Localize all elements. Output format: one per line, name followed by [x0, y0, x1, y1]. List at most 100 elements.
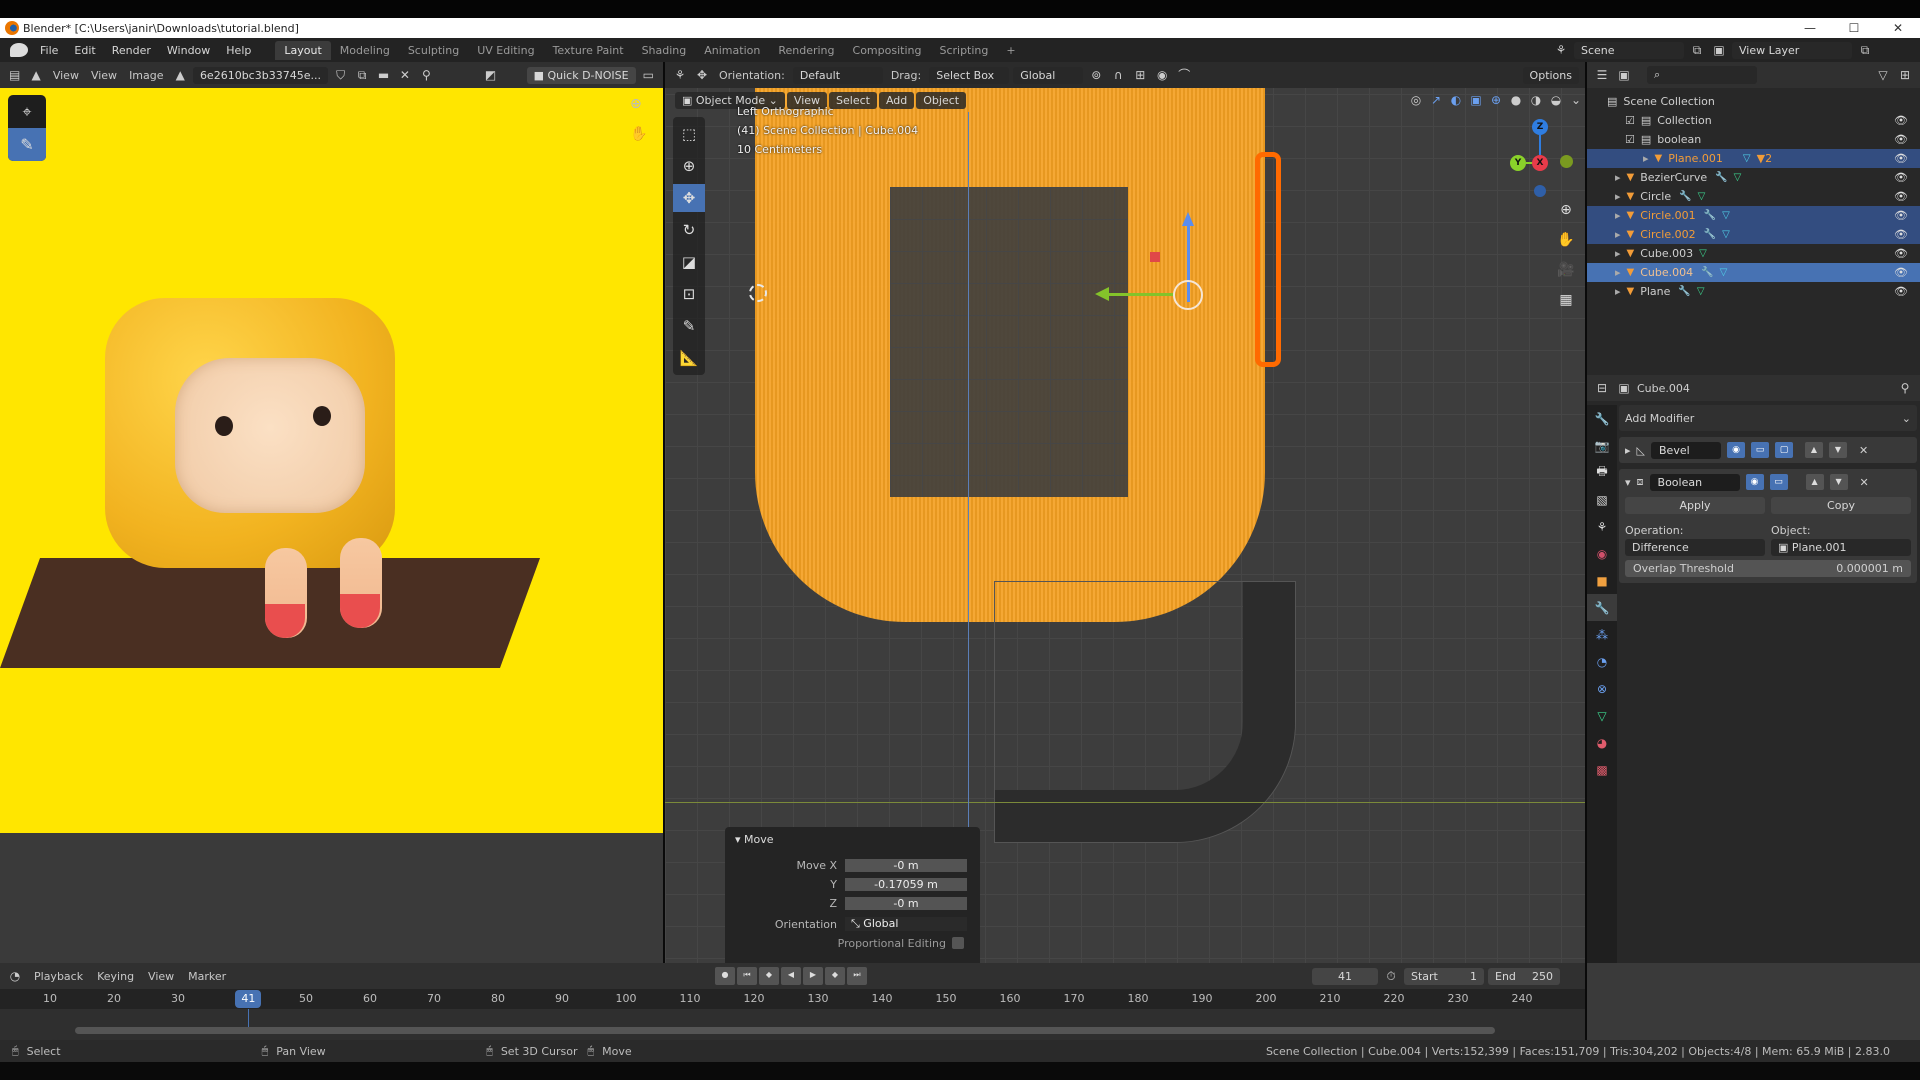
view-menu[interactable]: View — [87, 69, 121, 82]
outliner-search-input[interactable]: ⌕ — [1647, 66, 1757, 84]
workspace-tab-uv-editing[interactable]: UV Editing — [468, 41, 543, 60]
mesh-data-icon[interactable]: ▽ — [1697, 286, 1705, 297]
fake-user-icon[interactable]: ⛉ — [332, 67, 349, 83]
new-collection-icon[interactable]: ⊞ — [1896, 67, 1914, 83]
object-tab-icon[interactable]: ■ — [1587, 567, 1617, 594]
collection-checkbox[interactable]: ☑ — [1625, 114, 1635, 127]
annotate-tool-icon[interactable]: ✎ — [8, 128, 46, 161]
minimize-button[interactable]: — — [1788, 18, 1832, 38]
play-reverse-button[interactable]: ◀ — [781, 967, 801, 985]
physics-tab-icon[interactable]: ◔ — [1587, 648, 1617, 675]
measure-tool-icon[interactable]: 📐 — [673, 344, 705, 372]
texture-tab-icon[interactable]: ▩ — [1587, 756, 1617, 783]
workspace-tab-texture-paint[interactable]: Texture Paint — [544, 41, 633, 60]
shading-options-icon[interactable]: ⌄ — [1567, 92, 1585, 108]
workspace-tab-layout[interactable]: Layout — [275, 40, 331, 60]
display-channels-icon[interactable]: ◩ — [482, 67, 499, 83]
transform-orientation-dropdown[interactable]: Global — [1013, 66, 1084, 84]
outliner-item[interactable]: ▸ ▼ Circle.002 🔧 ▽ 👁 — [1587, 225, 1920, 244]
collection-checkbox[interactable]: ☑ — [1625, 133, 1635, 146]
timeline-track-area[interactable] — [0, 1009, 1585, 1040]
pan-hand-icon[interactable]: ✋ — [1555, 232, 1577, 254]
gizmo-axis-neg-y[interactable] — [1560, 155, 1573, 168]
scene-selector[interactable]: Scene — [1574, 41, 1684, 59]
pan-hand-icon[interactable]: ✋ — [630, 126, 647, 142]
collapse-boolean-icon[interactable]: ▾ — [1625, 476, 1631, 489]
add-modifier-dropdown[interactable]: Add Modifier ⌄ — [1619, 405, 1917, 431]
solid-shading-icon[interactable]: ● — [1507, 92, 1525, 108]
mesh-data-icon[interactable]: ▽ — [1698, 191, 1706, 202]
play-button[interactable]: ▶ — [803, 967, 823, 985]
view-layer-icon[interactable]: ▣ — [1710, 42, 1728, 58]
timeline-view-menu[interactable]: View — [144, 970, 178, 983]
display-mode-icon[interactable]: ☰ — [1593, 67, 1611, 83]
move-down-bevel-button[interactable]: ▼ — [1829, 442, 1847, 458]
move-tool-icon[interactable]: ✥ — [673, 184, 705, 212]
gizmo-axis-x[interactable]: X — [1532, 155, 1548, 171]
workspace-tab-animation[interactable]: Animation — [695, 41, 769, 60]
outliner-item[interactable]: ☑ ▤ Collection 👁 — [1587, 111, 1920, 130]
filter-icon[interactable]: ▽ — [1874, 67, 1892, 83]
move-z-field[interactable]: -0 m — [845, 896, 967, 910]
proportional-editing-checkbox[interactable] — [952, 937, 964, 949]
outliner-item[interactable]: ▸ ▼ Cube.004 🔧 ▽ 👁 — [1587, 263, 1920, 282]
image-canvas[interactable] — [0, 88, 663, 833]
modifier-icon[interactable]: 🔧 — [1704, 210, 1716, 221]
stopwatch-icon[interactable]: ⏱ — [1382, 968, 1400, 984]
current-frame-indicator[interactable]: 41 — [235, 990, 262, 1008]
expand-icon[interactable]: ▸ — [1615, 190, 1621, 203]
new-scene-icon[interactable]: ⧉ — [1688, 42, 1706, 58]
move-up-boolean-button[interactable]: ▲ — [1805, 474, 1824, 490]
next-keyframe-button[interactable]: ◆ — [825, 967, 845, 985]
camera-view-icon[interactable]: 🎥 — [1555, 262, 1577, 284]
workspace-tab-scripting[interactable]: Scripting — [930, 41, 997, 60]
timeline-editor-type-icon[interactable]: ◔ — [6, 968, 24, 984]
gizmo-y-arrowhead[interactable] — [1095, 287, 1109, 301]
timeline-ruler[interactable]: 10 20 30 50 60 70 80 90 100 110 120 130 140 150 160 170… — [0, 989, 1585, 1009]
view-dropdown[interactable]: View — [49, 69, 83, 82]
end-frame-field[interactable]: End 250 — [1488, 967, 1560, 985]
transform-pivot-icon[interactable]: ✥ — [693, 67, 711, 83]
expand-icon[interactable]: ▸ — [1615, 209, 1621, 222]
wireframe-shading-icon[interactable]: ⊕ — [1487, 92, 1505, 108]
gizmo-axis-neg-z[interactable] — [1534, 185, 1546, 197]
expand-icon[interactable]: ▸ — [1615, 247, 1621, 260]
options-dropdown[interactable]: Options — [1522, 66, 1579, 84]
child-objects-badge[interactable]: ▼2 — [1757, 152, 1772, 165]
expand-icon[interactable]: ▸ — [1643, 152, 1649, 165]
visibility-eye-icon[interactable]: 👁 — [1894, 285, 1908, 298]
world-tab-icon[interactable]: ◉ — [1587, 540, 1617, 567]
select-box-tool-icon[interactable]: ⬚ — [673, 120, 705, 148]
menu-edit[interactable]: Edit — [66, 44, 103, 57]
constraints-tab-icon[interactable]: ⊗ — [1587, 675, 1617, 702]
gizmo-z-arrowhead[interactable] — [1182, 212, 1194, 226]
image-menu[interactable]: Image — [125, 69, 167, 82]
render-tab-icon[interactable]: 📷 — [1587, 432, 1617, 459]
annotate-tool-icon[interactable]: ✎ — [673, 312, 705, 340]
pivot-point-icon[interactable]: ⊚ — [1087, 67, 1105, 83]
show-gizmo-icon[interactable]: ↗ — [1427, 92, 1445, 108]
visibility-eye-icon[interactable]: 👁 — [1894, 171, 1908, 184]
visibility-eye-icon[interactable]: 👁 — [1894, 114, 1908, 127]
gizmo-center-ring[interactable] — [1173, 280, 1203, 310]
tool-tab-icon[interactable]: 🔧 — [1587, 405, 1617, 432]
workspace-tab-modeling[interactable]: Modeling — [331, 41, 399, 60]
open-folder-icon[interactable]: ▬ — [375, 67, 392, 83]
expand-icon[interactable]: ▸ — [1615, 266, 1621, 279]
gizmo-axis-y[interactable]: Y — [1510, 155, 1526, 171]
pin-icon[interactable]: ⚲ — [418, 67, 435, 83]
bevel-viewport-toggle[interactable]: ▭ — [1751, 442, 1769, 458]
modifier-icon[interactable]: 🔧 — [1715, 172, 1727, 183]
new-view-layer-icon[interactable]: ⧉ — [1856, 42, 1874, 58]
marker-menu[interactable]: Marker — [184, 970, 230, 983]
editor-type-icon[interactable]: ▤ — [6, 67, 23, 83]
expand-icon[interactable]: ▸ — [1615, 228, 1621, 241]
mesh-data-icon[interactable]: ▽ — [1743, 153, 1751, 164]
object-visibility-icon[interactable]: ◎ — [1407, 92, 1425, 108]
object-data-tab-icon[interactable]: ▽ — [1587, 702, 1617, 729]
menu-window[interactable]: Window — [159, 44, 218, 57]
outliner-item[interactable]: ▸ ▼ BezierCurve 🔧 ▽ 👁 — [1587, 168, 1920, 187]
scene-tab-icon[interactable]: ⚘ — [1587, 513, 1617, 540]
move-down-boolean-button[interactable]: ▼ — [1829, 474, 1848, 490]
zoom-view-icon[interactable]: ⊕ — [630, 96, 642, 112]
